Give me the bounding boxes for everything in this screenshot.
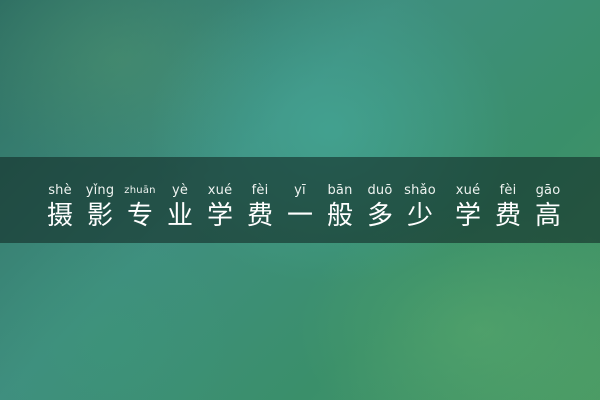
- hanzi: 一: [286, 201, 313, 231]
- pinyin: xué: [455, 183, 481, 198]
- hanzi: 般: [326, 201, 353, 231]
- title-char: gāo 高: [528, 183, 568, 233]
- article-title: shè 摄 yǐng 影 zhuān 专 yè 业 xué 学 fèi 费 yī…: [40, 183, 570, 235]
- pinyin: bān: [327, 183, 353, 198]
- title-char: shǎo 少: [400, 183, 440, 233]
- pinyin: fèi: [251, 183, 269, 198]
- hanzi: 费: [246, 201, 273, 231]
- title-char: yī 一: [280, 183, 320, 233]
- pinyin: yè: [171, 183, 189, 198]
- hanzi: 影: [86, 201, 113, 231]
- hanzi: 高: [534, 201, 561, 231]
- title-char: duō 多: [360, 183, 400, 233]
- hanzi: 专: [126, 201, 153, 231]
- title-char: shè 摄: [40, 183, 80, 233]
- pinyin: yǐng: [85, 183, 115, 198]
- title-char: fèi 费: [240, 183, 280, 233]
- hanzi: 费: [494, 201, 521, 231]
- hanzi: 少: [406, 201, 433, 231]
- pinyin: xué: [207, 183, 233, 198]
- title-char: bān 般: [320, 183, 360, 233]
- pinyin: shǎo: [404, 183, 436, 198]
- title-char: zhuān 专: [120, 183, 160, 233]
- title-char: xué 学: [448, 183, 488, 233]
- title-char: xué 学: [200, 183, 240, 233]
- hanzi: 摄: [46, 201, 73, 231]
- hanzi: 学: [454, 201, 481, 231]
- title-char: yè 业: [160, 183, 200, 233]
- pinyin: fèi: [499, 183, 517, 198]
- pinyin: zhuān: [124, 185, 156, 196]
- pinyin: duō: [367, 183, 393, 198]
- title-char: yǐng 影: [80, 183, 120, 233]
- hanzi: 学: [206, 201, 233, 231]
- hanzi: 业: [166, 201, 193, 231]
- title-char: fèi 费: [488, 183, 528, 233]
- hanzi: 多: [366, 201, 393, 231]
- pinyin: gāo: [535, 183, 561, 198]
- pinyin: yī: [294, 183, 306, 198]
- pinyin: shè: [48, 183, 72, 198]
